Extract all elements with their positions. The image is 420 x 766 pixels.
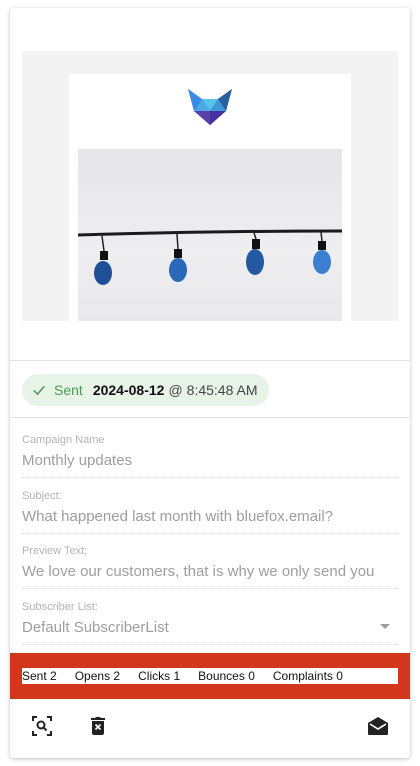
preview-text-value[interactable]: We love our customers, that is why we on… [22,562,398,589]
sent-time: 8:45:48 AM [186,382,258,398]
chevron-down-icon[interactable] [380,624,390,629]
subject-field[interactable]: Subject: What happened last month with b… [22,490,398,534]
stats-bar: Sent 2 Opens 2 Clicks 1 Bounces 0 Compla… [10,653,410,699]
stats-summary: Sent 2 Opens 2 Clicks 1 Bounces 0 Compla… [22,668,398,684]
fox-logo [188,89,232,125]
email-preview-sheet [69,74,351,321]
opened-mail-icon[interactable] [366,714,390,738]
subscriber-list-value[interactable]: Default SubscriberList [22,618,398,645]
sent-date: 2024-08-12 [92,382,165,398]
status-label: Sent [54,382,83,398]
subscriber-list-label: Subscriber List: [22,601,98,613]
preview-text-field[interactable]: Preview Text: We love our customers, tha… [22,545,398,589]
stat-sent: Sent 2 [22,669,57,683]
status-badge: Sent 2024-08-12 @ 8:45:48 AM [22,374,270,406]
zoom-search-icon[interactable] [30,714,54,738]
campaign-name-value[interactable]: Monthly updates [22,451,398,478]
light-bulbs-image [78,149,342,321]
stat-bounces: Bounces 0 [198,669,255,683]
stat-complaints: Complaints 0 [272,669,343,683]
subject-label: Subject: [22,490,62,502]
check-icon [33,385,45,396]
divider [10,360,410,361]
subscriber-list-select[interactable]: Subscriber List: Default SubscriberList [22,601,398,645]
campaign-card: Sent 2024-08-12 @ 8:45:48 AM Campaign Na… [10,8,410,758]
email-preview[interactable] [22,51,398,321]
stat-opens: Opens 2 [74,669,121,683]
delete-icon[interactable] [86,714,110,738]
stat-clicks: Clicks 1 [138,669,181,683]
subject-value[interactable]: What happened last month with bluefox.em… [22,507,398,534]
action-bar [10,706,410,746]
campaign-name-label: Campaign Name [22,434,105,446]
campaign-name-field[interactable]: Campaign Name Monthly updates [22,434,398,478]
at-symbol: @ [168,382,183,398]
preview-text-label: Preview Text: [22,545,88,557]
divider [10,417,410,418]
